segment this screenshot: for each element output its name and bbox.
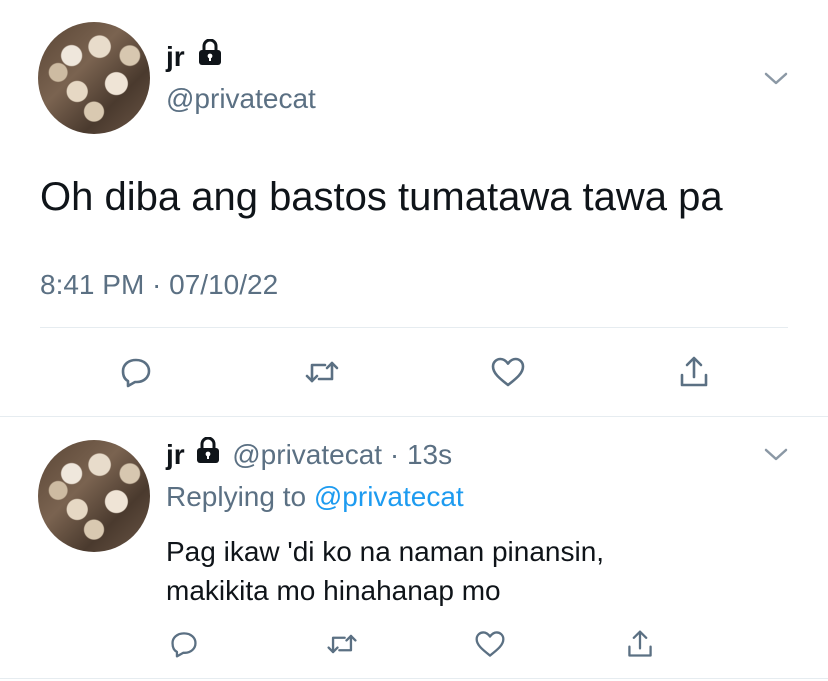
reply-text-line-1: Pag ikaw 'di ko na naman pinansin, [166,536,605,567]
reply-display-name[interactable]: jr [166,439,185,470]
share-icon [628,630,652,657]
retweet-icon [327,634,357,654]
dot-separator: · [389,439,400,470]
retweet-button[interactable] [322,624,362,664]
replying-to: Replying to @privatecat [166,480,464,514]
replying-to-link[interactable]: @privatecat [314,481,464,512]
reply-icon [121,358,151,388]
handle[interactable]: @privatecat [166,82,316,116]
display-name[interactable]: jr [166,38,222,74]
display-name-text[interactable]: jr [166,41,185,72]
tweet-text: Oh diba ang bastos tumatawa tawa pa [40,175,723,219]
timestamp[interactable]: 8:41 PM · 07/10/22 [40,268,278,302]
share-button[interactable] [620,624,660,664]
avatar[interactable] [38,22,150,134]
reply-time[interactable]: 13s [407,439,452,470]
reply-button[interactable] [114,350,158,394]
replying-to-label: Replying to [166,481,307,512]
divider [40,327,788,328]
divider [0,416,828,417]
like-icon [475,631,505,657]
reply-button[interactable] [164,624,204,664]
share-icon [680,356,708,387]
like-icon [491,357,525,387]
lock-icon [196,436,220,471]
share-button[interactable] [672,350,716,394]
retweet-icon [305,361,339,383]
reply-header: jr @privatecat · 13s [166,436,452,472]
reply-icon [171,632,197,658]
reply-handle[interactable]: @privatecat [232,439,382,470]
reply-avatar[interactable] [38,440,150,552]
like-button[interactable] [470,624,510,664]
reply-text-line-2: makikita mo hinahanap mo [166,575,501,606]
retweet-button[interactable] [300,350,344,394]
chevron-down-icon[interactable] [762,442,790,466]
like-button[interactable] [486,350,530,394]
lock-icon [198,38,222,73]
chevron-down-icon[interactable] [762,66,790,90]
divider [0,678,828,679]
